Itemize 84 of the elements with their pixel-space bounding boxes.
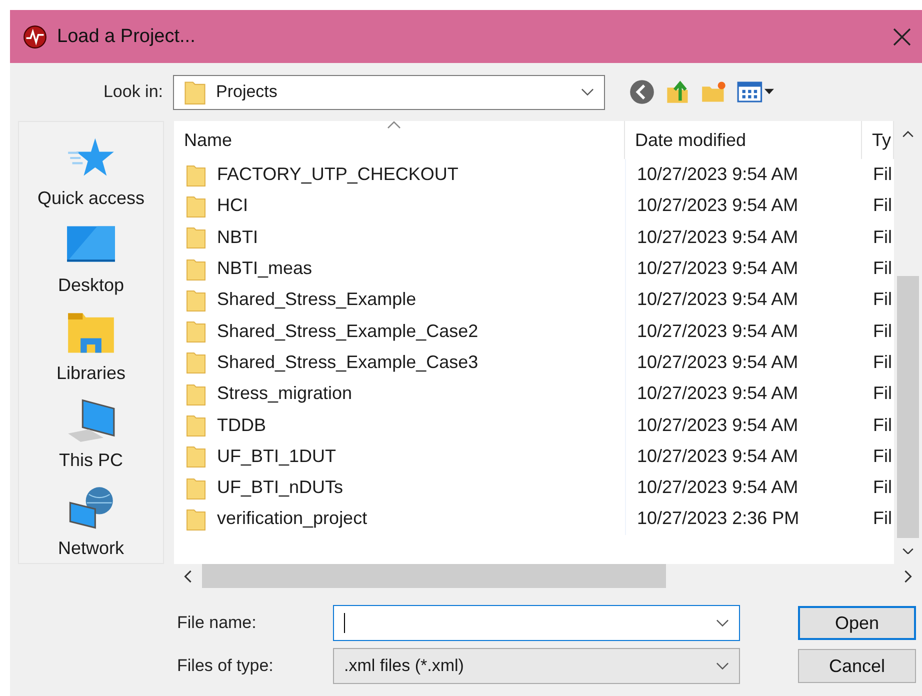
file-type: Fil bbox=[873, 508, 892, 530]
place-item[interactable]: Libraries bbox=[56, 310, 126, 388]
file-type: Fil bbox=[873, 226, 892, 248]
up-folder-icon[interactable] bbox=[665, 79, 691, 105]
folder-icon bbox=[185, 225, 207, 250]
computer-icon bbox=[66, 398, 116, 442]
date-modified: 10/27/2023 9:54 AM bbox=[637, 477, 798, 498]
back-icon[interactable] bbox=[629, 79, 655, 105]
chevron-down-icon bbox=[581, 88, 594, 96]
folder-icon bbox=[185, 444, 207, 468]
file-type: Fil bbox=[873, 446, 892, 467]
scroll-up-icon[interactable] bbox=[901, 131, 915, 138]
file-type-dropdown[interactable]: .xml files (*.xml) bbox=[333, 648, 740, 684]
place-item[interactable]: Quick access bbox=[37, 136, 145, 214]
file-name[interactable]: Shared_Stress_Example_Case2 bbox=[217, 320, 478, 342]
chevron-down-icon bbox=[716, 662, 729, 670]
folder-icon bbox=[185, 162, 207, 187]
place-item[interactable]: Network bbox=[58, 486, 124, 564]
open-button[interactable]: Open bbox=[798, 606, 916, 640]
file-name[interactable]: verification_project bbox=[217, 508, 368, 530]
cancel-button[interactable]: Cancel bbox=[798, 649, 916, 683]
folder-icon bbox=[185, 413, 207, 438]
new-folder-icon[interactable] bbox=[701, 79, 727, 105]
scroll-right-icon[interactable] bbox=[904, 570, 912, 582]
file-name[interactable]: Stress_migration bbox=[217, 383, 352, 404]
scroll-down-icon[interactable] bbox=[901, 548, 915, 554]
file-name-label: File name: bbox=[177, 613, 258, 633]
date-modified: 10/27/2023 9:54 AM bbox=[637, 226, 798, 248]
date-modified: 10/27/2023 2:36 PM bbox=[637, 508, 800, 530]
look-in-dropdown[interactable]: Projects bbox=[173, 74, 605, 110]
file-name[interactable]: Shared_Stress_Example bbox=[217, 289, 416, 310]
date-modified: 10/27/2023 9:54 AM bbox=[637, 164, 798, 186]
file-type: Fil bbox=[873, 320, 892, 342]
file-type: Fil bbox=[873, 383, 892, 404]
scrollbar-thumb[interactable] bbox=[202, 564, 666, 588]
file-name[interactable]: NBTI_meas bbox=[217, 258, 312, 280]
app-logo-icon bbox=[23, 24, 47, 48]
look-in-label: Look in: bbox=[102, 82, 164, 102]
chevron-down-icon bbox=[716, 619, 729, 627]
date-modified: 10/27/2023 9:54 AM bbox=[637, 352, 798, 373]
file-name-field[interactable] bbox=[333, 605, 740, 641]
view-menu-icon[interactable] bbox=[737, 79, 775, 105]
file-type: Fil bbox=[873, 164, 892, 186]
date-modified: 10/27/2023 9:54 AM bbox=[637, 258, 798, 280]
scrollbar-thumb[interactable] bbox=[897, 276, 919, 538]
folder-icon bbox=[185, 319, 207, 344]
place-item[interactable]: Desktop bbox=[58, 223, 124, 301]
column-header[interactable]: Name bbox=[184, 130, 232, 150]
folder-icon bbox=[66, 310, 116, 355]
file-name[interactable]: UF_BTI_1DUT bbox=[217, 446, 336, 467]
scroll-left-icon[interactable] bbox=[184, 570, 192, 582]
close-icon[interactable] bbox=[892, 26, 912, 46]
folder-icon bbox=[185, 256, 207, 281]
column-header[interactable]: Date modified bbox=[635, 130, 746, 150]
date-modified: 10/27/2023 9:54 AM bbox=[637, 320, 798, 342]
file-name[interactable]: TDDB bbox=[217, 414, 266, 436]
file-type: Fil bbox=[873, 258, 892, 280]
file-name[interactable]: HCI bbox=[217, 195, 248, 216]
file-name[interactable]: FACTORY_UTP_CHECKOUT bbox=[217, 164, 458, 186]
folder-icon bbox=[185, 506, 207, 531]
folder-icon bbox=[185, 382, 207, 406]
sort-ascending-icon bbox=[387, 121, 401, 129]
file-name[interactable]: UF_BTI_nDUTs bbox=[217, 477, 344, 498]
date-modified: 10/27/2023 9:54 AM bbox=[637, 446, 798, 467]
file-type: Fil bbox=[873, 195, 892, 216]
file-type: Fil bbox=[873, 352, 892, 373]
folder-icon bbox=[184, 79, 206, 105]
files-of-type-label: Files of type: bbox=[177, 656, 274, 676]
file-name[interactable]: Shared_Stress_Example_Case3 bbox=[217, 352, 478, 373]
folder-icon bbox=[185, 194, 207, 218]
window-title: Load a Project... bbox=[57, 26, 196, 48]
folder-icon bbox=[185, 288, 207, 312]
folder-icon bbox=[185, 476, 207, 500]
place-item[interactable]: This PC bbox=[58, 398, 123, 476]
date-modified: 10/27/2023 9:54 AM bbox=[637, 289, 798, 310]
date-modified: 10/27/2023 9:54 AM bbox=[637, 195, 798, 216]
column-header[interactable]: Ty bbox=[872, 130, 892, 150]
file-type: Fil bbox=[873, 477, 892, 498]
folder-icon bbox=[185, 350, 207, 374]
file-type: Fil bbox=[873, 289, 892, 310]
file-type: Fil bbox=[873, 414, 892, 436]
date-modified: 10/27/2023 9:54 AM bbox=[637, 414, 798, 436]
file-name[interactable]: NBTI bbox=[217, 226, 258, 248]
date-modified: 10/27/2023 9:54 AM bbox=[637, 383, 798, 404]
